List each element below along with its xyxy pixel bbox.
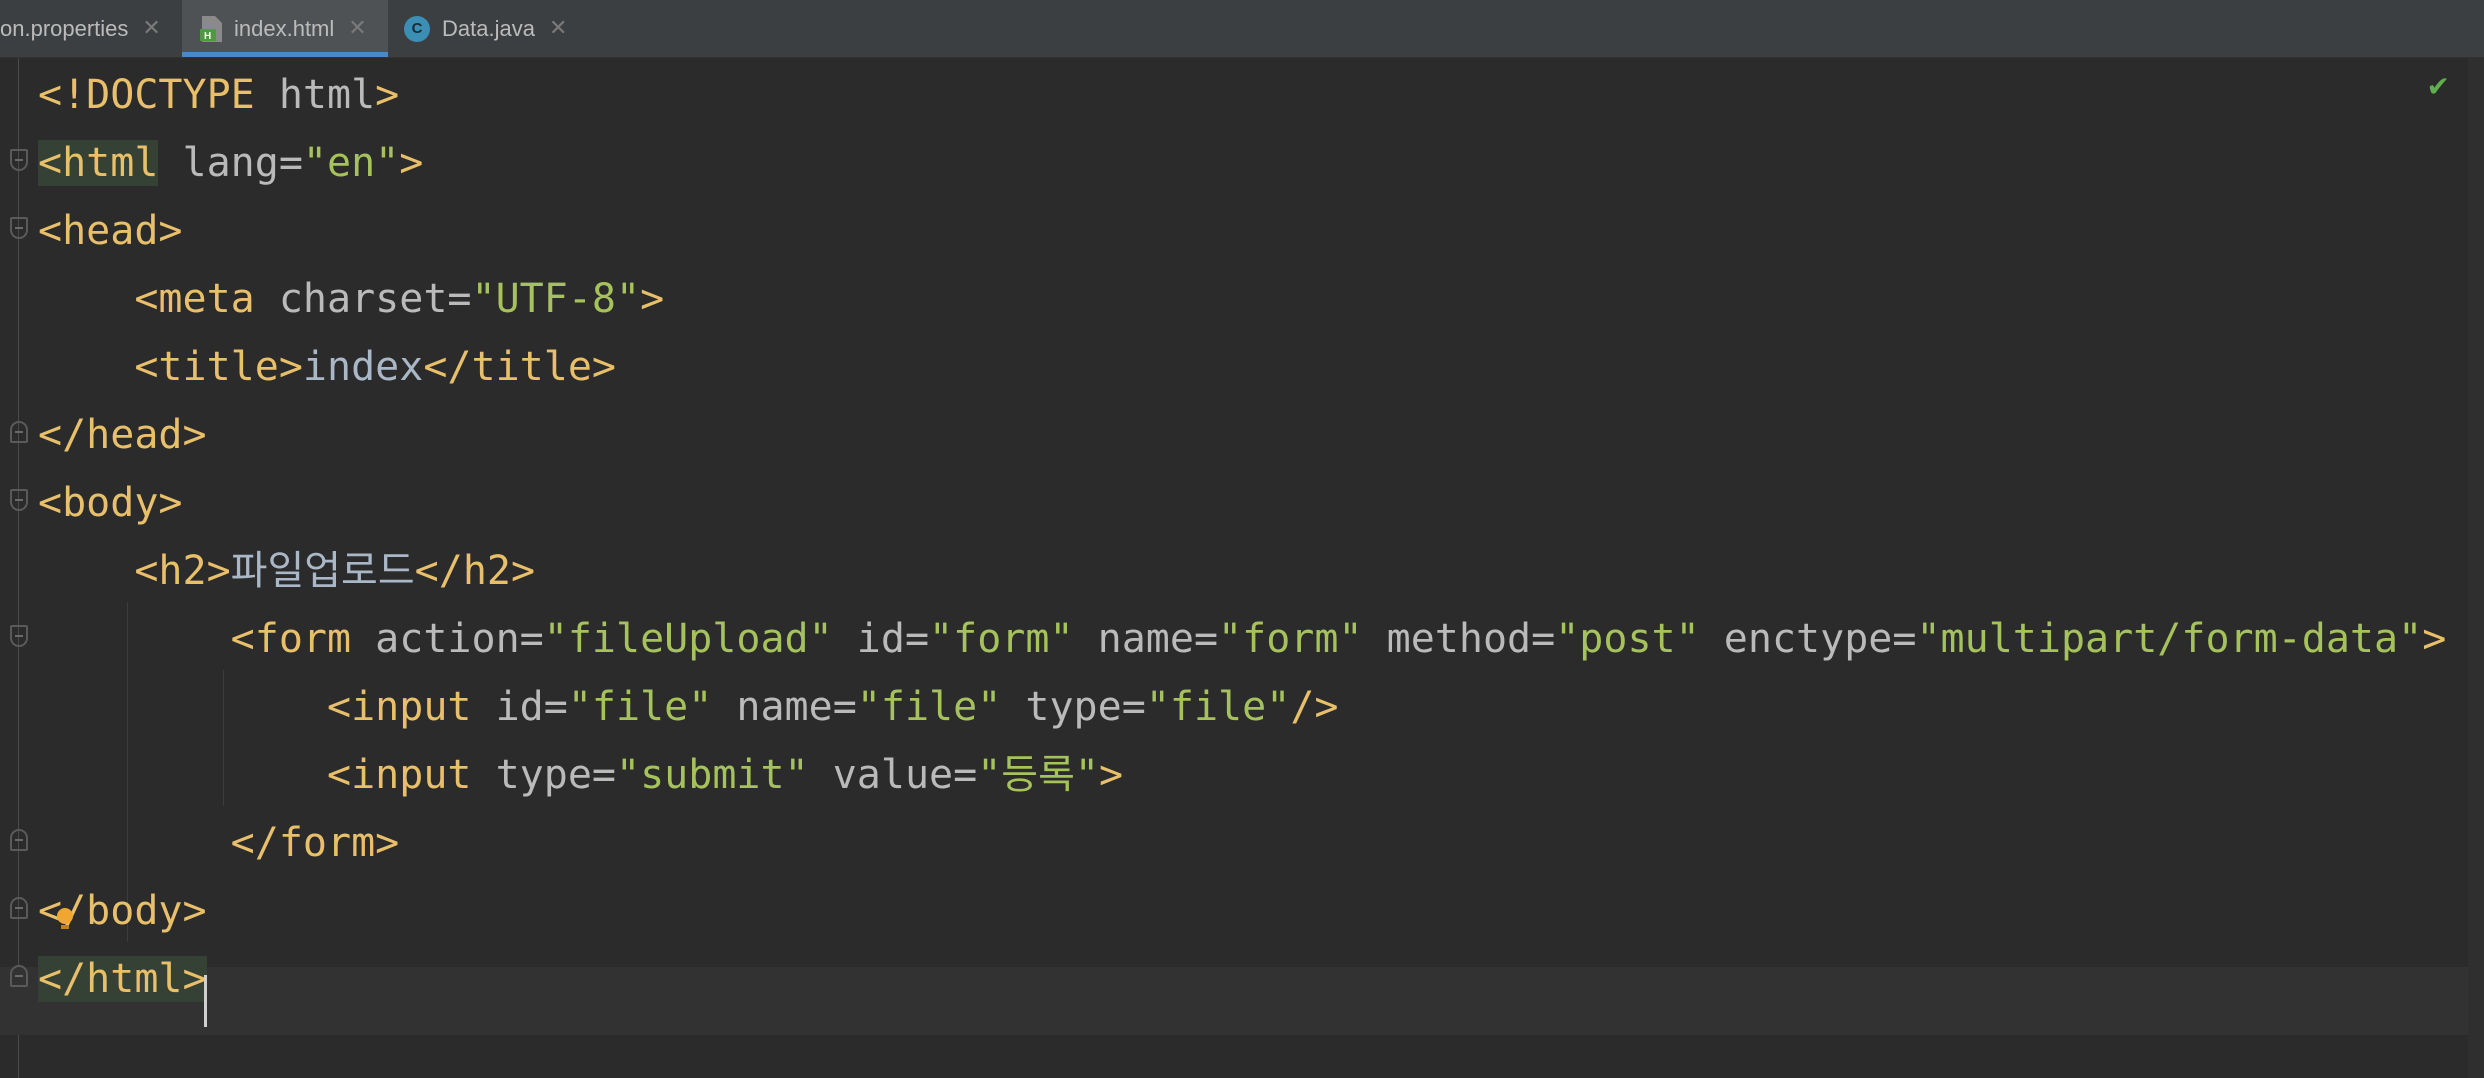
code-token: name= — [1073, 616, 1219, 662]
code-token: > — [1098, 752, 1124, 798]
code-line[interactable]: </head> — [38, 401, 207, 469]
code-line[interactable]: <input id="file" name="file" type="file"… — [38, 673, 1339, 741]
tab-label: index.html — [234, 15, 335, 41]
code-token: type= — [471, 752, 616, 798]
fold-marker-form[interactable] — [10, 625, 28, 647]
code-token: name= — [712, 684, 857, 730]
close-icon[interactable]: ✕ — [142, 16, 160, 41]
tab-label: on.properties — [0, 15, 129, 41]
editor-tab-bar: on.properties ✕ H index.html ✕ C Data.ja… — [0, 0, 2484, 58]
active-tab-indicator — [182, 52, 388, 57]
code-line[interactable]: <title>index</title> — [38, 333, 616, 401]
code-token: <input — [326, 752, 472, 798]
code-token: lang= — [158, 140, 303, 186]
close-icon[interactable]: ✕ — [549, 16, 567, 41]
code-line[interactable]: <h2>파일업로드</h2> — [38, 537, 535, 605]
code-token: > — [2422, 616, 2447, 662]
code-token: </form> — [230, 820, 400, 866]
tab-data-java[interactable]: C Data.java ✕ — [404, 0, 584, 57]
code-token: type= — [1001, 684, 1146, 730]
code-token: id= — [471, 684, 568, 730]
code-token: "post" — [1555, 616, 1700, 662]
inspection-ok-icon: ✔ — [2426, 70, 2450, 103]
code-token: </head> — [38, 412, 207, 458]
code-token: "en" — [302, 140, 400, 186]
code-token: html — [278, 72, 376, 118]
code-token: "file" — [856, 684, 1002, 730]
fold-marker-html[interactable] — [10, 149, 28, 171]
tab-index-html[interactable]: H index.html ✕ — [182, 0, 388, 57]
code-line[interactable]: <body> — [38, 469, 183, 537]
code-token: <title> — [134, 344, 303, 390]
code-token: "fileUpload" — [543, 616, 833, 662]
code-token: "file" — [1145, 684, 1291, 730]
current-line-highlight — [0, 967, 2468, 1035]
code-token: charset= — [254, 276, 472, 322]
text-caret — [204, 975, 207, 1027]
code-token: > — [375, 72, 400, 118]
code-line[interactable]: <form action="fileUpload" id="form" name… — [38, 605, 2447, 673]
code-token: index — [302, 344, 424, 390]
code-token: "등록" — [977, 752, 1099, 798]
code-line[interactable]: <html lang="en"> — [38, 129, 423, 197]
code-line[interactable]: <!DOCTYPE html> — [38, 61, 399, 129]
code-token: <meta — [134, 276, 255, 322]
code-token: <body> — [38, 480, 183, 526]
code-token: id= — [832, 616, 930, 662]
code-token: "submit" — [615, 752, 809, 798]
svg-text:H: H — [204, 31, 211, 42]
tab-application-properties[interactable]: on.properties ✕ — [0, 0, 180, 57]
code-token: "file" — [567, 684, 713, 730]
gutter-divider — [18, 58, 19, 1078]
code-token: method= — [1362, 616, 1556, 662]
code-editor[interactable]: <!DOCTYPE html> <html lang="en"> <head> <m… — [0, 58, 2484, 1078]
tab-label: Data.java — [442, 15, 535, 41]
fold-marker-html-end[interactable] — [10, 965, 28, 987]
code-token: "UTF-8" — [471, 276, 641, 322]
code-token: action= — [351, 616, 544, 662]
code-line[interactable]: <head> — [38, 197, 183, 265]
code-token: > — [399, 140, 424, 186]
code-token: 파일업로드 — [230, 548, 415, 594]
code-token: <h2> — [134, 548, 231, 594]
code-line[interactable]: <input type="submit" value="등록"> — [38, 741, 1123, 809]
code-token: </title> — [423, 344, 616, 390]
fold-marker-body-end[interactable] — [10, 897, 28, 919]
code-line[interactable]: </html> — [38, 945, 207, 1013]
intention-bulb-icon[interactable] — [57, 908, 73, 929]
code-token: "form" — [929, 616, 1074, 662]
code-token: </html> — [38, 956, 207, 1002]
html-file-icon: H — [200, 15, 224, 43]
code-token: /> — [1290, 684, 1339, 730]
code-token: </h2> — [414, 548, 536, 594]
close-icon[interactable]: ✕ — [348, 16, 366, 41]
code-token: <html — [38, 140, 159, 186]
code-token: "form" — [1218, 616, 1363, 662]
fold-marker-form-end[interactable] — [10, 829, 28, 851]
code-token: <head> — [38, 208, 183, 254]
fold-marker-head[interactable] — [10, 217, 28, 239]
code-token: > — [640, 276, 665, 322]
code-token: <form — [230, 616, 352, 662]
code-token: enctype= — [1699, 616, 1917, 662]
code-token: <!DOCTYPE — [38, 72, 279, 118]
code-token: value= — [808, 752, 978, 798]
fold-marker-body[interactable] — [10, 489, 28, 511]
code-token: "multipart/form-data" — [1916, 616, 2423, 662]
code-token: <input — [326, 684, 472, 730]
fold-marker-head-end[interactable] — [10, 421, 28, 443]
code-line[interactable]: </form> — [38, 809, 400, 877]
vertical-scrollbar[interactable] — [2468, 58, 2484, 1078]
java-class-icon: C — [404, 15, 430, 42]
code-line[interactable]: <meta charset="UTF-8"> — [38, 265, 664, 333]
